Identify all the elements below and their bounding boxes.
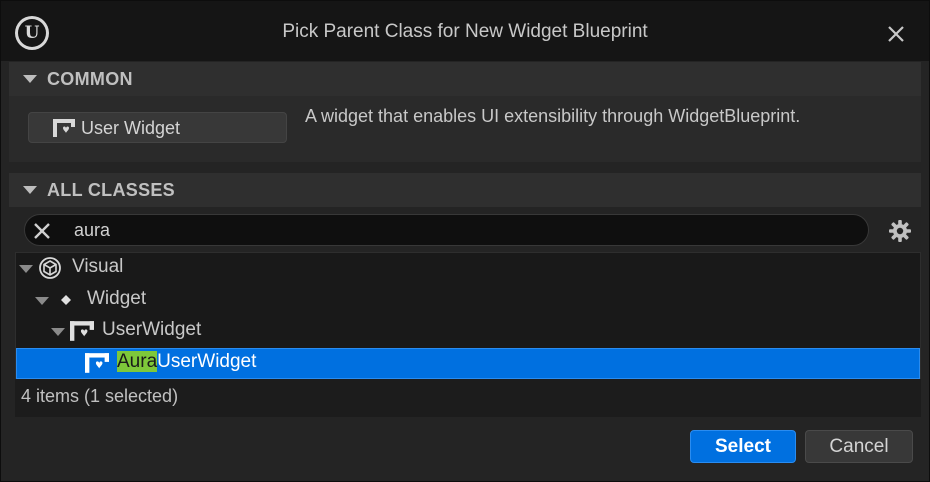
- user-widget-description: A widget that enables UI extensibility t…: [305, 106, 801, 126]
- expand-arrow-icon[interactable]: [51, 328, 65, 336]
- user-widget-icon: [85, 353, 109, 373]
- user-widget-icon: [70, 321, 94, 341]
- diamond-icon: [61, 295, 71, 305]
- tree-item-label: AuraUserWidget: [117, 351, 256, 373]
- class-search-bar: [9, 212, 921, 252]
- select-button[interactable]: Select: [690, 430, 796, 463]
- class-search-input[interactable]: [74, 217, 834, 243]
- user-widget-icon: [53, 119, 75, 137]
- tree-item-label: UserWidget: [102, 319, 202, 340]
- common-section-body: User Widget A widget that enables UI ext…: [9, 96, 921, 162]
- cube-icon: [39, 257, 61, 279]
- collapse-triangle-icon: [23, 186, 37, 194]
- close-icon[interactable]: [883, 21, 909, 47]
- common-header-label: COMMON: [47, 69, 133, 89]
- tree-item-label: Visual: [72, 256, 124, 277]
- tree-item-widget[interactable]: Widget: [16, 285, 920, 316]
- expand-arrow-icon[interactable]: [19, 265, 33, 273]
- tree-item-visual[interactable]: Visual: [16, 253, 920, 284]
- user-widget-button[interactable]: User Widget: [28, 112, 287, 143]
- clear-search-icon[interactable]: [31, 220, 53, 242]
- class-tree: Visual Widget UserWidget AuraUserWidget: [15, 252, 921, 379]
- cancel-button[interactable]: Cancel: [805, 430, 913, 463]
- dialog-title: Pick Parent Class for New Widget Bluepri…: [282, 21, 648, 42]
- collapse-triangle-icon: [23, 75, 37, 83]
- tree-item-aurauserwidget[interactable]: AuraUserWidget: [16, 348, 920, 379]
- user-widget-button-label: User Widget: [81, 118, 181, 138]
- tree-item-label-rest: UserWidget: [157, 351, 257, 372]
- all-classes-header-label: ALL CLASSES: [47, 180, 175, 200]
- gear-icon[interactable]: [887, 218, 913, 244]
- all-classes-section-header[interactable]: ALL CLASSES: [9, 173, 921, 207]
- item-count-status: 4 items (1 selected): [21, 386, 179, 406]
- tree-item-userwidget[interactable]: UserWidget: [16, 316, 920, 347]
- common-section-header[interactable]: COMMON: [9, 62, 921, 96]
- expand-arrow-icon[interactable]: [35, 297, 49, 305]
- search-match-highlight: Aura: [117, 351, 158, 372]
- pick-parent-class-dialog: U Pick Parent Class for New Widget Bluep…: [0, 0, 930, 482]
- title-bar: U Pick Parent Class for New Widget Bluep…: [1, 1, 929, 61]
- status-bar: 4 items (1 selected): [15, 379, 921, 417]
- tree-item-label: Widget: [87, 288, 147, 309]
- search-box[interactable]: [24, 214, 869, 246]
